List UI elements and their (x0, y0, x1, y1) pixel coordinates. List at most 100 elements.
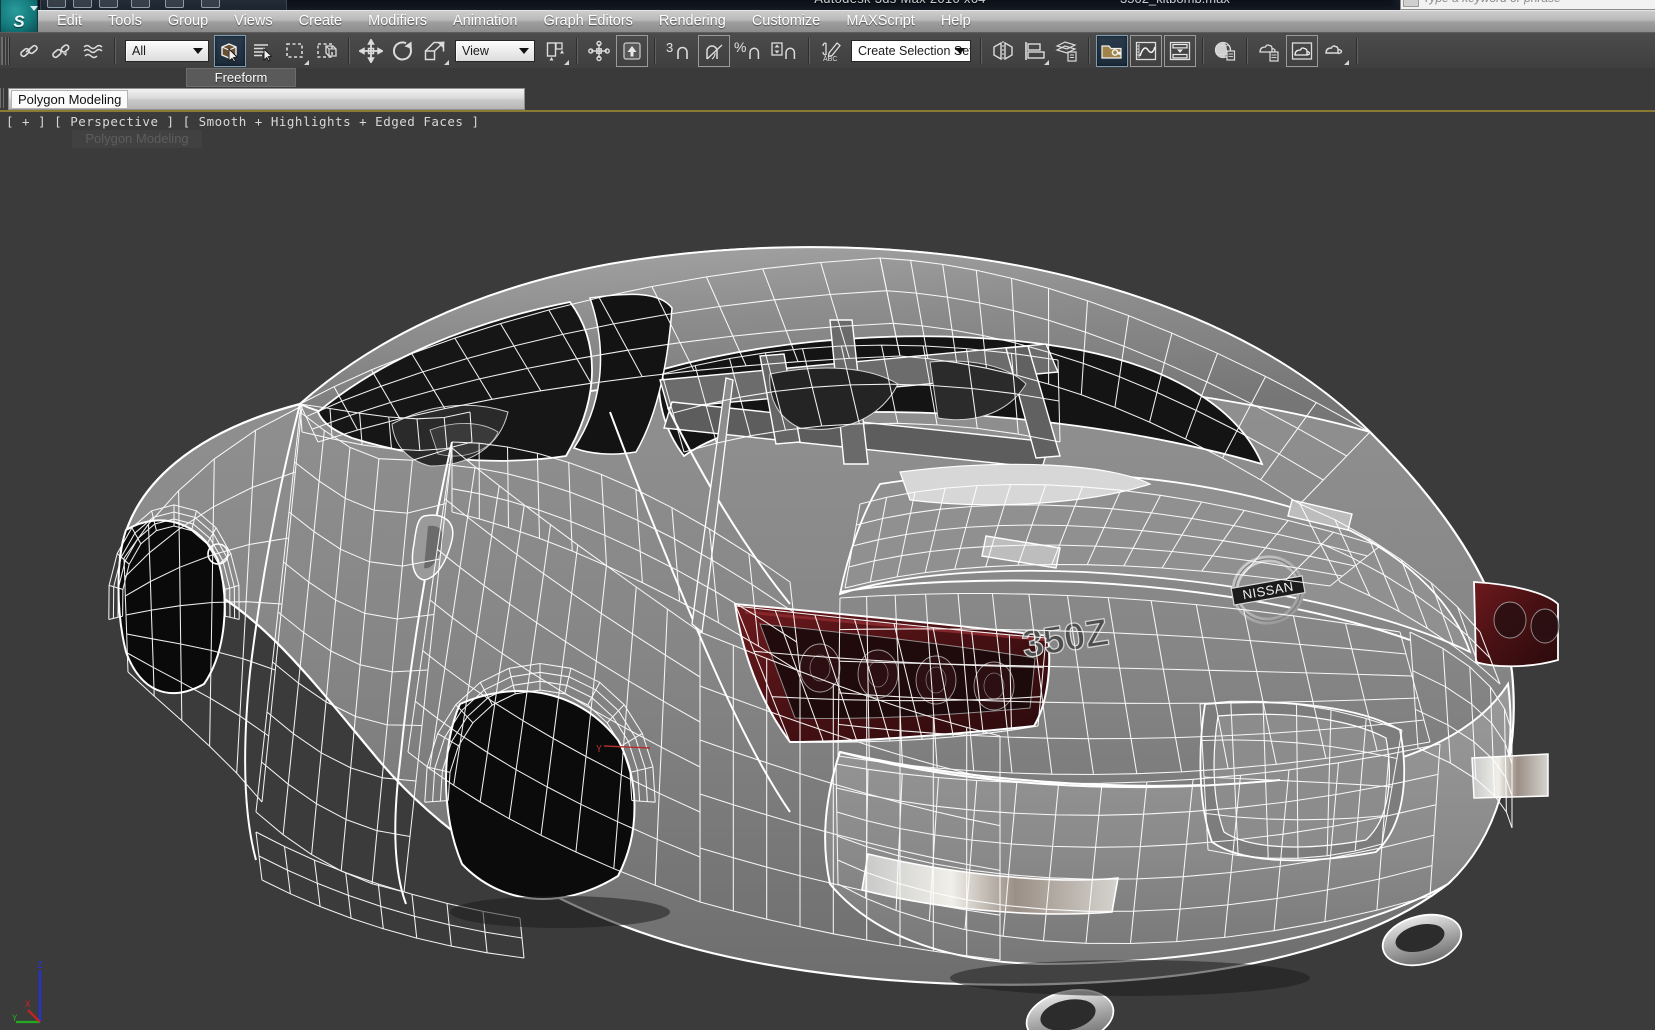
save-file-icon[interactable] (99, 0, 118, 8)
toolbar-separator (1088, 38, 1090, 64)
window-crossing-toggle-button[interactable] (312, 36, 342, 66)
menu-animation[interactable]: Animation (440, 10, 530, 32)
menu-maxscript[interactable]: MAXScript (833, 10, 928, 32)
layer-manager-button[interactable] (1052, 36, 1082, 66)
menu-views[interactable]: Views (221, 10, 285, 32)
menu-edit[interactable]: Edit (44, 10, 95, 32)
toolbar-separator (1356, 38, 1358, 64)
render-setup-button[interactable] (1254, 36, 1284, 66)
toolbar-separator (980, 38, 982, 64)
toolbar-separator (1246, 38, 1248, 64)
freeform-tooltip: Freeform (186, 68, 296, 87)
use-center-flyout-button[interactable] (540, 36, 570, 66)
axis-z-label: Z (37, 961, 43, 971)
polygon-modeling-panel-label[interactable]: Polygon Modeling (11, 90, 129, 109)
select-and-move-button[interactable] (356, 36, 386, 66)
select-and-scale-button[interactable] (420, 36, 450, 66)
perspective-viewport[interactable]: [ + ] [ Perspective ] [ Smooth + Highlig… (0, 110, 1655, 1030)
flyout-indicator-icon[interactable] (304, 60, 309, 65)
selection-filter-value: All (132, 44, 146, 58)
toolbar-separator (808, 38, 810, 64)
reference-coordinate-system-combo[interactable]: View (455, 40, 535, 62)
schematic-view-button[interactable] (1164, 35, 1196, 67)
toolbar-grip[interactable] (1, 37, 10, 65)
toolbar-separator (654, 38, 656, 64)
menu-item-list: Edit Tools Group Views Create Modifiers Animat… (44, 10, 984, 32)
material-editor-button[interactable] (1210, 36, 1240, 66)
menu-bar: S Edit Tools Group Views Create Modifiers Anim… (0, 0, 1655, 34)
svg-text:ABC: ABC (823, 56, 837, 63)
spinner-snap-toggle-button[interactable] (768, 36, 802, 66)
nissan-350z-model[interactable]: NISSAN 350Z Y (0, 112, 1655, 1030)
render-production-button[interactable] (1320, 36, 1350, 66)
chevron-down-icon[interactable] (193, 48, 203, 54)
undo-icon[interactable] (131, 0, 150, 8)
open-file-icon[interactable] (73, 0, 92, 8)
named-selection-sets-value: Create Selection Set (858, 44, 970, 58)
svg-text:3: 3 (666, 40, 673, 55)
chevron-down-icon[interactable] (30, 6, 38, 11)
chevron-down-icon[interactable] (519, 48, 529, 54)
select-and-manipulate-button[interactable] (616, 35, 648, 67)
flyout-indicator-icon[interactable] (444, 60, 449, 65)
chevron-down-icon[interactable] (1403, 0, 1419, 7)
menu-graph-editors[interactable]: Graph Editors (530, 10, 645, 32)
unlink-selection-button[interactable] (46, 36, 76, 66)
named-selection-sets-combo[interactable]: Create Selection Set (851, 40, 971, 62)
select-and-rotate-button[interactable] (388, 36, 418, 66)
flyout-indicator-icon[interactable] (1344, 60, 1349, 65)
max-application-window: Autodesk 3ds Max 2010 x64 3502_kitbomb.m… (0, 0, 1655, 1030)
curve-editor-button[interactable] (1130, 35, 1162, 67)
infocenter-search[interactable]: Type a keyword or phrase (1400, 0, 1655, 10)
menu-create[interactable]: Create (286, 10, 356, 32)
align-flyout-button[interactable] (1020, 36, 1050, 66)
quick-access-toolbar[interactable] (40, 0, 287, 10)
ribbon-grip[interactable] (0, 88, 6, 108)
percent-snap-toggle-button[interactable]: % (732, 36, 766, 66)
select-and-link-button[interactable] (14, 36, 44, 66)
title-bar: Autodesk 3ds Max 2010 x64 3502_kitbomb.m… (0, 0, 1655, 10)
ribbon-zone: Freeform Polygon Modeling (0, 68, 1655, 110)
rectangular-selection-region-button[interactable] (280, 36, 310, 66)
ribbon-panel: Polygon Modeling (8, 88, 525, 110)
toolbar-separator (1202, 38, 1204, 64)
open-file-name: 3502_kitbomb.max (1120, 0, 1230, 6)
angle-snap-toggle-button[interactable] (698, 35, 730, 67)
snaps-toggle-button[interactable]: 3 (662, 36, 696, 66)
bind-to-space-warp-button[interactable] (78, 36, 108, 66)
axis-y-label: Y (12, 1014, 18, 1024)
menu-rendering[interactable]: Rendering (646, 10, 739, 32)
edit-named-selection-sets-button[interactable]: ABC (816, 36, 846, 66)
tail-light-right (1473, 581, 1560, 668)
svg-text:Y: Y (596, 744, 602, 755)
selection-filter-combo[interactable]: All (125, 40, 209, 62)
flyout-indicator-icon[interactable] (564, 60, 569, 65)
redo-icon[interactable] (165, 0, 184, 8)
viewport-axis-tripod: Z Y X (12, 961, 43, 1024)
svg-text:%: % (734, 39, 746, 55)
project-folder-icon[interactable] (201, 0, 220, 8)
select-object-button[interactable] (214, 35, 246, 67)
axis-x-label: X (25, 1000, 31, 1010)
chevron-down-icon[interactable] (955, 48, 965, 54)
new-file-icon[interactable] (47, 0, 66, 8)
application-logo-letter: S (13, 12, 25, 31)
rendered-frame-window-button[interactable] (1286, 35, 1318, 67)
menu-customize[interactable]: Customize (739, 10, 834, 32)
toggle-scene-explorer-button[interactable] (1096, 35, 1128, 67)
menu-group[interactable]: Group (155, 10, 221, 32)
use-pivot-point-center-button[interactable] (584, 36, 614, 66)
search-input[interactable]: Type a keyword or phrase (1401, 0, 1561, 5)
reference-coordinate-system-value: View (462, 44, 489, 58)
menu-tools[interactable]: Tools (95, 10, 155, 32)
menu-modifiers[interactable]: Modifiers (355, 10, 440, 32)
main-toolbar: All View 3 % ABC Create Selection Set (0, 32, 1655, 70)
flyout-indicator-icon[interactable] (1044, 60, 1049, 65)
toolbar-separator (576, 38, 578, 64)
mirror-button[interactable] (988, 36, 1018, 66)
app-title: Autodesk 3ds Max 2010 x64 (700, 0, 1100, 6)
menu-help[interactable]: Help (928, 10, 984, 32)
select-by-name-button[interactable] (248, 36, 278, 66)
toolbar-separator (114, 38, 116, 64)
toolbar-separator (348, 38, 350, 64)
